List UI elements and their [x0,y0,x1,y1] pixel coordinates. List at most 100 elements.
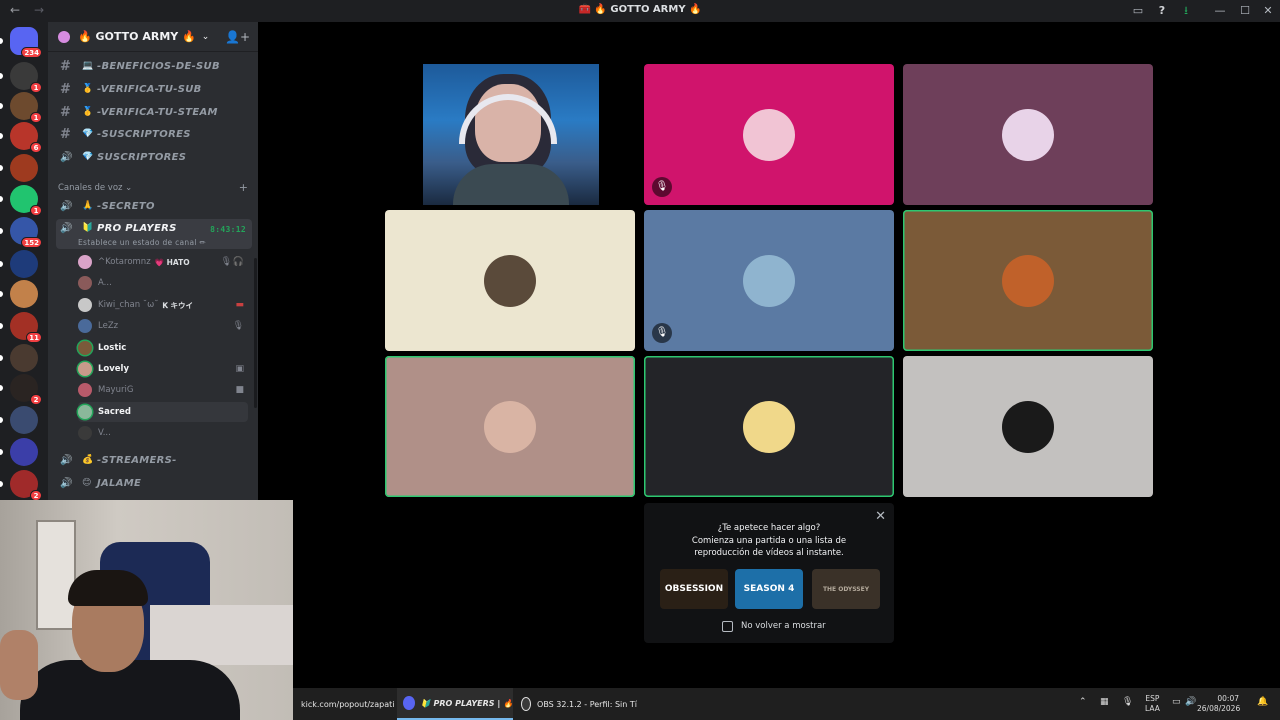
channel-secreto[interactable]: 🔊 🙏 -SECRETO [56,196,252,216]
channel-suscriptores[interactable]: # 💎 -SUSCRIPTORES [56,124,252,144]
taskbar-browser[interactable]: kick.com/popout/zapati [301,688,397,720]
voice-user-1[interactable]: ^Kotaromnz 💗 HATO 🎙 🎧 [78,252,248,272]
voice-user-7[interactable]: MayuriG ■ [78,380,248,400]
tile-kotaromnz[interactable]: 🎙 [644,64,894,205]
voice-user-5[interactable]: Lostic [78,338,248,358]
close-icon[interactable]: ✕ [875,509,886,524]
channel-beneficios-de-sub[interactable]: # 💻 -BENEFICIOS-DE-SUB [56,56,252,76]
tray-app-icon[interactable]: ▦ [1100,697,1109,707]
notification-bell-icon[interactable]: 🔔 [1257,697,1268,707]
activity-thumbnail-1[interactable]: OBSESSION [660,569,728,609]
tile-kiwi-chan[interactable] [385,210,635,351]
unread-pill [0,196,3,202]
channel-emoji: 🥇 [82,84,94,94]
guild-header[interactable]: 🔥 GOTTO ARMY 🔥 ⌄ 👤+ [48,22,258,52]
channel-status-prompt[interactable]: Establece un estado de canal ✏ [78,238,206,247]
tile-sacred[interactable] [644,356,894,497]
inbox-icon[interactable]: ▭ [1130,3,1146,19]
taskbar-clock[interactable]: 00:07 26/08/2026 [1197,694,1241,714]
dont-show-checkbox[interactable] [722,621,733,632]
volume-icon[interactable]: 🔊 [1185,697,1196,707]
taskbar-browser-label: kick.com/popout/zapati [301,699,395,709]
server-icon-4[interactable]: 6 [10,122,42,153]
download-icon[interactable]: ⭳ [1178,3,1194,19]
unread-badge: 234 [21,47,42,58]
server-icon-12[interactable]: 2 [10,374,42,405]
avatar [78,383,92,397]
activity-thumbnail-2[interactable]: SEASON 4 [735,569,803,609]
maximize-icon[interactable]: ☐ [1237,3,1253,19]
voice-user-6[interactable]: Lovely ▣ [78,359,248,379]
voice-category-header[interactable]: Canales de voz ⌄ [58,183,132,193]
tile-v[interactable] [903,356,1153,497]
tile-lostic[interactable] [903,210,1153,351]
network-icon[interactable]: ▭ [1172,697,1181,707]
voice-user-3[interactable]: Kiwi_chan ˘ω˘ 𝐊 キウイ ▬ [78,295,248,315]
muted-mic-icon: 🎙 [232,321,244,331]
voice-user-name: Lovely [98,364,130,374]
server-icon-7[interactable]: 152 [10,217,42,248]
obs-icon [521,697,532,711]
sidebar-scrollbar[interactable] [254,258,257,408]
voice-user-name: A... [98,278,112,288]
activity-suggestion-card: ✕ ¿Te apetece hacer algo? Comienza una p… [644,503,894,643]
close-window-icon[interactable]: ✕ [1260,3,1276,19]
activity-thumbnail-3[interactable]: THE ODYSSEY [812,569,880,609]
channel-emoji: 💎 [82,129,94,139]
create-channel-icon[interactable]: + [239,181,248,194]
taskbar-obs[interactable]: OBS 32.1.2 - Perfil: Sin Tí [519,688,637,720]
microphone-icon[interactable]: 🎙 [1122,697,1133,707]
server-icon-13[interactable] [10,406,38,434]
server-icon-10[interactable]: 11 [10,312,42,343]
clock-date: 26/08/2026 [1197,704,1241,713]
channel-emoji: 🙏 [82,201,94,211]
server-icon-6[interactable]: 1 [10,185,42,216]
server-icon-14[interactable] [10,438,38,466]
tile-lezz[interactable]: 🎙 [644,210,894,351]
discord-window: ← → 🧰 🔥 GOTTO ARMY 🔥 ▭ ? ⭳ — ☐ ✕ 234 1 1 6 1… [0,0,1280,720]
hashtag-icon: # [60,81,72,97]
unread-pill [0,165,3,171]
channel-streamers[interactable]: 🔊 💰 -STREAMERS- [56,450,252,470]
minimize-icon[interactable]: — [1212,3,1228,19]
channel-pro-players[interactable]: 🔊 🔰 PRO PLAYERS 8:43:12 Establece un estado … [56,219,252,249]
unread-pill [0,355,3,361]
hashtag-icon: # [60,104,72,120]
channel-name: PRO PLAYERS [97,223,177,234]
tile-mayurig[interactable] [903,64,1153,205]
server-icon-1[interactable]: 234 [10,27,42,58]
unread-badge: 1 [30,112,42,123]
avatar [484,400,536,453]
server-icon-8[interactable] [10,250,38,278]
server-icon-5[interactable] [10,154,38,182]
server-icon-11[interactable] [10,344,38,372]
speaker-icon: 🔊 [60,200,73,212]
taskbar-discord[interactable]: 🔰 PRO PLAYERS | 🔥 [397,688,513,720]
invite-people-icon[interactable]: 👤+ [225,30,250,44]
channel-verifica-tu-steam[interactable]: # 🥇 -VERIFICA-TU-STEAM [56,102,252,122]
language-indicator[interactable]: ESP LAA [1145,694,1160,714]
streamer-video-frame [423,64,599,205]
help-icon[interactable]: ? [1154,3,1170,19]
server-icon-2[interactable]: 1 [10,62,42,93]
voice-user-9[interactable]: V... [78,423,248,443]
channel-emoji: 💰 [82,455,94,465]
channel-suscriptores[interactable]: 🔊 💎 SUSCRIPTORES [56,147,252,167]
channel-jalame[interactable]: 🔊 😊 JALAME [56,473,252,493]
channel-verifica-tu-sub[interactable]: # 🥇 -VERIFICA-TU-SUB [56,79,252,99]
voice-user-2[interactable]: A... [78,273,248,293]
guild-name: 🔥 GOTTO ARMY 🔥 [78,30,196,43]
channel-sidebar: 🔥 GOTTO ARMY 🔥 ⌄ 👤+ # 💻 -BENEFICIOS-DE-SUB… [48,22,258,500]
voice-user-8[interactable]: Sacred [78,402,248,422]
tile-streamer-video[interactable] [385,64,637,205]
server-icon-15[interactable]: 2 [10,470,42,501]
voice-user-4[interactable]: LeZz 🎙 [78,316,248,336]
chevron-up-icon[interactable]: ⌃ [1079,697,1087,707]
server-icon-9[interactable] [10,280,38,308]
tile-lovely[interactable] [385,356,635,497]
voice-user-tag: 💗 HATO [154,257,190,267]
activity-question: ¿Te apetece hacer algo? [717,523,821,533]
server-icon-3[interactable]: 1 [10,92,42,123]
hashtag-icon: # [60,58,72,74]
avatar [78,426,92,440]
